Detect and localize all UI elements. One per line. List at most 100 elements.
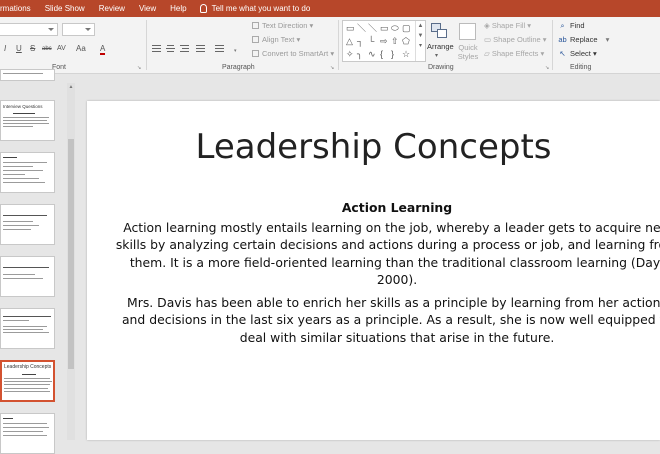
slide-thumbnail[interactable] — [0, 152, 55, 193]
align-right-button[interactable] — [180, 45, 189, 53]
ribbon-tabs: rmations Slide Show Review View Help Tel… — [0, 0, 660, 17]
slide-thumbnail[interactable] — [0, 204, 55, 245]
thumb-line — [3, 166, 33, 167]
thumb-line — [3, 316, 51, 317]
scroll-up-icon[interactable]: ▲ — [68, 84, 74, 90]
star-shape-icon[interactable]: ✧ — [346, 50, 354, 59]
slide-thumbnail[interactable] — [0, 69, 55, 81]
thumb-line — [3, 278, 43, 279]
arrange-dropdown-icon[interactable]: ▾ — [435, 52, 438, 59]
curve-shape-icon[interactable]: ∿ — [368, 50, 376, 59]
thumb-line — [3, 120, 47, 121]
thumb-line — [4, 384, 50, 385]
align-text-label: Align Text — [262, 35, 295, 44]
slide-thumbnail-pane: Interview Questions Leadership Concepts — [0, 69, 76, 454]
tab-view[interactable]: View — [132, 4, 163, 13]
columns-button[interactable] — [215, 45, 224, 53]
oval-shape-icon[interactable]: ⬭ — [391, 24, 399, 33]
thumb-line — [13, 113, 35, 114]
find-button[interactable]: ⌕ Find — [558, 21, 584, 31]
font-color-button[interactable]: A — [100, 44, 106, 55]
tab-slide-show[interactable]: Slide Show — [38, 4, 92, 13]
thumb-line — [3, 225, 39, 226]
paragraph-dialog-launcher-icon[interactable]: ↘ — [330, 65, 334, 71]
line-shape-icon[interactable]: ＼ — [357, 24, 366, 33]
slide-thumbnail[interactable]: Interview Questions — [0, 100, 55, 141]
gallery-scroll[interactable]: ▲ ▼ ▾ — [415, 21, 425, 61]
brace-shape-icon[interactable]: } — [391, 50, 394, 59]
slide-thumbnail[interactable] — [0, 413, 55, 454]
shape-fill-label: Shape Fill — [491, 21, 526, 30]
section-heading: Action Learning — [341, 200, 453, 215]
font-size-dropdown[interactable] — [62, 23, 95, 36]
shape-fill-button[interactable]: ◈ Shape Fill ▾ — [484, 21, 531, 30]
slide-title[interactable]: Leadership Concepts — [87, 127, 660, 167]
tab-review[interactable]: Review — [92, 4, 132, 13]
brace-shape-icon[interactable]: { — [380, 50, 383, 59]
connector-shape-icon[interactable]: ┐ — [357, 37, 363, 46]
align-text-button[interactable]: Align Text ▾ — [252, 35, 300, 44]
thumb-line — [4, 381, 52, 382]
thumbnail-scrollbar[interactable]: ▲ — [67, 83, 75, 440]
font-name-dropdown[interactable] — [0, 23, 58, 36]
right-arrow-shape-icon[interactable]: ⇨ — [380, 37, 388, 46]
quick-styles-button[interactable]: Quick Styles — [457, 43, 479, 61]
underline-button[interactable]: U — [16, 44, 22, 53]
shape-effects-label: Shape Effects — [491, 49, 539, 58]
text-direction-icon — [252, 22, 259, 29]
slide-thumbnail[interactable] — [0, 308, 55, 349]
align-center-button[interactable] — [166, 45, 175, 53]
slide-canvas[interactable]: Leadership Concepts Action Learning Acti… — [87, 101, 660, 440]
group-separator — [146, 20, 147, 70]
align-left-button[interactable] — [152, 45, 161, 53]
drawing-dialog-launcher-icon[interactable]: ↘ — [545, 65, 549, 71]
strikethrough-button[interactable]: abc — [42, 46, 52, 52]
slide-thumbnail-selected[interactable]: Leadership Concepts — [0, 360, 55, 402]
justify-button[interactable] — [196, 45, 205, 53]
character-spacing-button[interactable]: AV — [57, 45, 66, 52]
triangle-shape-icon[interactable]: △ — [346, 37, 353, 46]
change-case-button[interactable]: Aa — [76, 44, 86, 53]
shapes-gallery[interactable]: ▭ ＼ ＼ ▭ ⬭ ▢ △ ┐ └ ⇨ ⇧ ⬠ ✧ ╮ ∿ { } ☆ ▲ ▼ ▾ — [342, 20, 426, 62]
font-dialog-launcher-icon[interactable]: ↘ — [137, 65, 141, 71]
tell-me-search[interactable]: Tell me what you want to do — [194, 4, 310, 13]
text-box-shape-icon[interactable]: ▭ — [346, 24, 355, 33]
columns-dropdown-icon[interactable]: ▾ — [234, 45, 243, 54]
line-shape-icon[interactable]: ＼ — [368, 24, 377, 33]
body-paragraph: Action learning mostly entails learning … — [115, 219, 660, 288]
editing-group-label: Editing — [570, 64, 592, 71]
italic-button[interactable]: I — [4, 44, 6, 53]
scrollbar-thumb[interactable] — [68, 139, 74, 369]
replace-icon: ab — [558, 35, 567, 44]
thumb-line — [3, 162, 47, 163]
rounded-rect-shape-icon[interactable]: ▢ — [402, 24, 411, 33]
pentagon-shape-icon[interactable]: ⬠ — [402, 37, 410, 46]
thumb-line — [3, 73, 43, 74]
connector-shape-icon[interactable]: └ — [368, 37, 374, 46]
text-direction-button[interactable]: Text Direction ▾ — [252, 21, 313, 30]
quick-styles-icon[interactable] — [459, 23, 476, 40]
thumb-line — [3, 427, 49, 428]
thumb-line — [3, 117, 49, 118]
tab-help[interactable]: Help — [163, 4, 193, 13]
thumb-line — [3, 215, 47, 216]
thumb-line — [4, 378, 50, 379]
up-arrow-shape-icon[interactable]: ⇧ — [391, 37, 399, 46]
tab-animations[interactable]: rmations — [0, 4, 38, 13]
slide-body-textbox[interactable]: Action Learning Action learning mostly e… — [114, 199, 660, 351]
star-shape-icon[interactable]: ☆ — [402, 50, 410, 59]
replace-button[interactable]: ab Replace ▾ — [558, 35, 609, 44]
shadow-button[interactable]: S — [30, 44, 35, 53]
shape-outline-button[interactable]: ▭ Shape Outline ▾ — [484, 35, 547, 44]
curve-shape-icon[interactable]: ╮ — [357, 50, 362, 59]
convert-smartart-button[interactable]: Convert to SmartArt ▾ — [252, 49, 334, 58]
arrange-icon[interactable] — [431, 23, 449, 39]
arrange-button[interactable]: Arrange — [427, 42, 454, 51]
rectangle-shape-icon[interactable]: ▭ — [380, 24, 389, 33]
text-direction-label: Text Direction — [262, 21, 308, 30]
slide-thumbnail[interactable] — [0, 256, 55, 297]
select-button[interactable]: ↖ Select ▾ — [558, 49, 596, 58]
shape-effects-button[interactable]: ▱ Shape Effects ▾ — [484, 49, 544, 58]
lightbulb-icon — [199, 4, 207, 13]
thumb-line — [4, 388, 48, 389]
